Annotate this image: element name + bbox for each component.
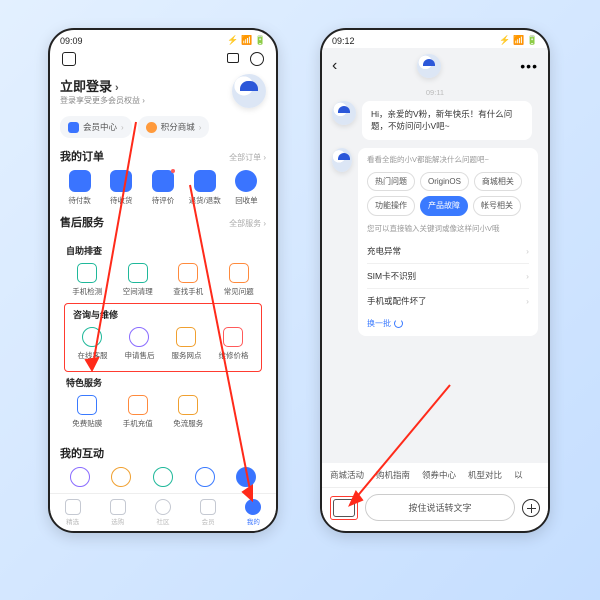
free-film[interactable]: 免费贴膜 (63, 395, 111, 429)
space-clean[interactable]: 空间清理 (114, 263, 162, 297)
avatar-icon[interactable] (232, 74, 266, 108)
back-icon[interactable]: ‹ (332, 57, 337, 75)
order-refund[interactable]: 退货/退款 (185, 170, 224, 206)
phone-right: 09:12 ⚡ 📶 🔋 ‹ ••• 09:11 Hi，亲爱的V粉，新年快乐！有什… (320, 28, 550, 533)
tag-activity[interactable]: 商城活动 (330, 469, 364, 481)
message-icon[interactable] (250, 52, 264, 66)
bot-intro: 看看全能的小V都能解决什么问题吧~ (367, 155, 529, 166)
login-title[interactable]: 立即登录› (60, 76, 145, 95)
order-pending-receive[interactable]: 待收货 (102, 170, 141, 206)
tab-community[interactable]: 社区 (143, 499, 184, 526)
chip-originos[interactable]: OriginOS (420, 172, 469, 192)
refresh-button[interactable]: 换一批 (367, 318, 403, 330)
tab-featured[interactable]: 精选 (52, 499, 93, 526)
greeting-row: Hi，亲爱的V粉，新年快乐！有什么问题，不妨问问小V吧~ (322, 101, 548, 148)
status-time: 09:12 (332, 36, 355, 46)
chip-fault[interactable]: 产品故障 (420, 196, 468, 216)
special-title: 特色服务 (66, 376, 264, 389)
interact-4[interactable] (185, 467, 224, 489)
q-sim[interactable]: SIM卡不识别› (367, 263, 529, 288)
orders-more[interactable]: 全部订单 › (229, 152, 266, 163)
repair-price[interactable]: 维修价格 (211, 327, 256, 361)
consult-repair-highlight: 咨询与维修 在线客服 申请售后 服务网点 维修价格 (64, 303, 262, 372)
tag-compare[interactable]: 机型对比 (468, 469, 502, 481)
interact-3[interactable] (143, 467, 182, 489)
bot-avatar-icon (332, 101, 356, 125)
status-right: ⚡ 📶 🔋 (227, 35, 266, 46)
order-pending-pay[interactable]: 待付款 (60, 170, 99, 206)
keyboard-highlight (330, 496, 358, 520)
find-phone[interactable]: 查找手机 (164, 263, 212, 297)
tab-shop[interactable]: 选购 (97, 499, 138, 526)
interact-1[interactable] (60, 467, 99, 489)
coin-icon (146, 122, 157, 133)
phone-check[interactable]: 手机检测 (63, 263, 111, 297)
chip-mall[interactable]: 商城相关 (474, 172, 522, 192)
diamond-icon (68, 122, 79, 133)
points-mall-pill[interactable]: 积分商城 › (138, 116, 210, 138)
tab-mine[interactable]: 我的 (233, 499, 274, 526)
plus-icon[interactable] (522, 499, 540, 517)
order-pending-review[interactable]: 待评价 (143, 170, 182, 206)
greeting-bubble: Hi，亲爱的V粉，新年快乐！有什么问题，不妨问问小V吧~ (362, 101, 532, 140)
self-check-title: 自助排查 (66, 244, 264, 257)
cart-icon[interactable] (226, 52, 240, 66)
bot-avatar-icon (332, 148, 352, 172)
q-charging[interactable]: 充电异常› (367, 239, 529, 263)
status-time: 09:09 (60, 36, 83, 46)
tag-coupon[interactable]: 领券中心 (422, 469, 456, 481)
after-title: 售后服务 (60, 214, 104, 230)
refresh-icon (394, 319, 403, 328)
settings-hex-icon[interactable] (62, 52, 76, 66)
order-recycle[interactable]: 回收单 (227, 170, 266, 206)
member-center-pill[interactable]: 会员中心 › (60, 116, 132, 138)
tag-more[interactable]: 以 (514, 469, 523, 481)
service-point[interactable]: 服务网点 (164, 327, 209, 361)
keyboard-icon[interactable] (333, 499, 355, 517)
bot-avatar-icon (417, 54, 441, 78)
faq[interactable]: 常见问题 (215, 263, 263, 297)
after-more[interactable]: 全部服务 › (229, 218, 266, 229)
phone-left: 09:09 ⚡ 📶 🔋 立即登录› 登录享受更多会员权益 › 会员中心 (48, 28, 278, 533)
chip-function[interactable]: 功能操作 (367, 196, 415, 216)
interact-5[interactable] (227, 467, 266, 489)
orders-row: 待付款 待收货 待评价 退货/退款 回收单 (60, 170, 266, 206)
status-right: ⚡ 📶 🔋 (499, 35, 538, 46)
apply-aftersale[interactable]: 申请售后 (117, 327, 162, 361)
input-bar: 按住说话转文字 (322, 487, 548, 527)
online-service[interactable]: 在线客服 (70, 327, 115, 361)
voice-input[interactable]: 按住说话转文字 (365, 494, 515, 521)
tag-guide[interactable]: 购机指南 (376, 469, 410, 481)
tag-strip[interactable]: 商城活动 购机指南 领券中心 机型对比 以 (322, 463, 548, 487)
more-icon[interactable]: ••• (520, 58, 538, 74)
capabilities-row: 看看全能的小V都能解决什么问题吧~ 热门问题 OriginOS 商城相关 功能操… (322, 148, 548, 344)
interact-title: 我的互动 (60, 445, 104, 461)
orders-title: 我的订单 (60, 148, 104, 164)
chat-timestamp: 09:11 (322, 88, 548, 97)
login-subtitle: 登录享受更多会员权益 › (60, 95, 145, 106)
phone-recharge[interactable]: 手机充值 (114, 395, 162, 429)
free-data[interactable]: 免流服务 (164, 395, 212, 429)
tab-member[interactable]: 会员 (188, 499, 229, 526)
chip-hot[interactable]: 热门问题 (367, 172, 415, 192)
tab-bar: 精选 选购 社区 会员 我的 (50, 493, 276, 531)
status-bar: 09:09 ⚡ 📶 🔋 (50, 30, 276, 48)
consult-title: 咨询与维修 (73, 308, 257, 321)
status-bar: 09:12 ⚡ 📶 🔋 (322, 30, 548, 48)
q-broken[interactable]: 手机或配件坏了› (367, 288, 529, 313)
hint-text: 您可以直接输入关键词或像这样问小V哦 (367, 224, 529, 235)
chip-account[interactable]: 帐号相关 (473, 196, 521, 216)
interact-2[interactable] (102, 467, 141, 489)
